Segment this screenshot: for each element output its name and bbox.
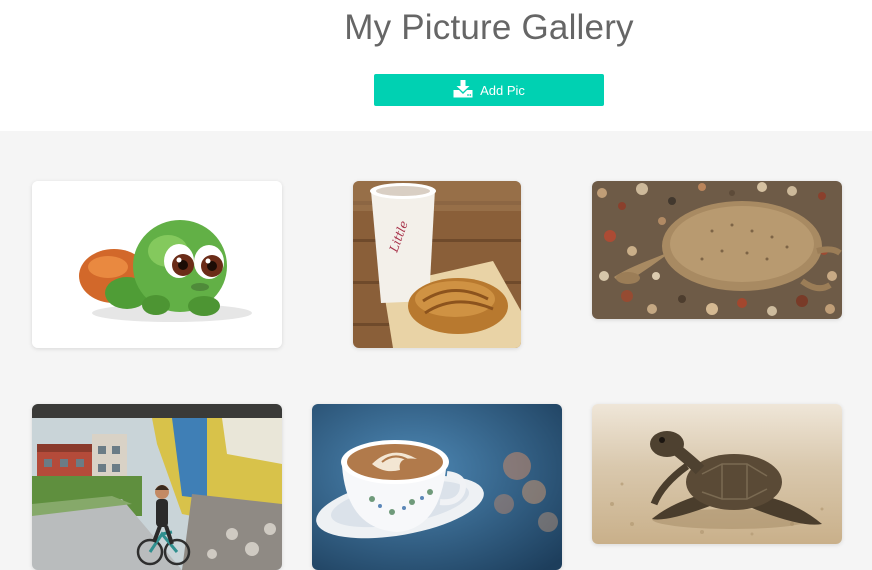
gallery-picture-plush-turtle[interactable] bbox=[32, 181, 282, 348]
download-icon bbox=[453, 79, 473, 101]
add-pic-button[interactable]: Add Pic bbox=[374, 74, 604, 106]
page-title: My Picture Gallery bbox=[344, 8, 634, 47]
gallery-picture-coffee-pastry[interactable]: Little bbox=[353, 181, 521, 348]
header: My Picture Gallery Add Pic bbox=[0, 0, 872, 131]
gallery-picture-cyclist[interactable] bbox=[32, 404, 282, 570]
gallery-picture-baby-sea-turtle[interactable] bbox=[592, 404, 842, 544]
gallery-picture-softshell-turtle[interactable] bbox=[592, 181, 842, 319]
add-pic-label: Add Pic bbox=[480, 82, 525, 98]
gallery-grid: Little bbox=[0, 131, 872, 570]
gallery-picture-latte-cup[interactable] bbox=[312, 404, 562, 570]
